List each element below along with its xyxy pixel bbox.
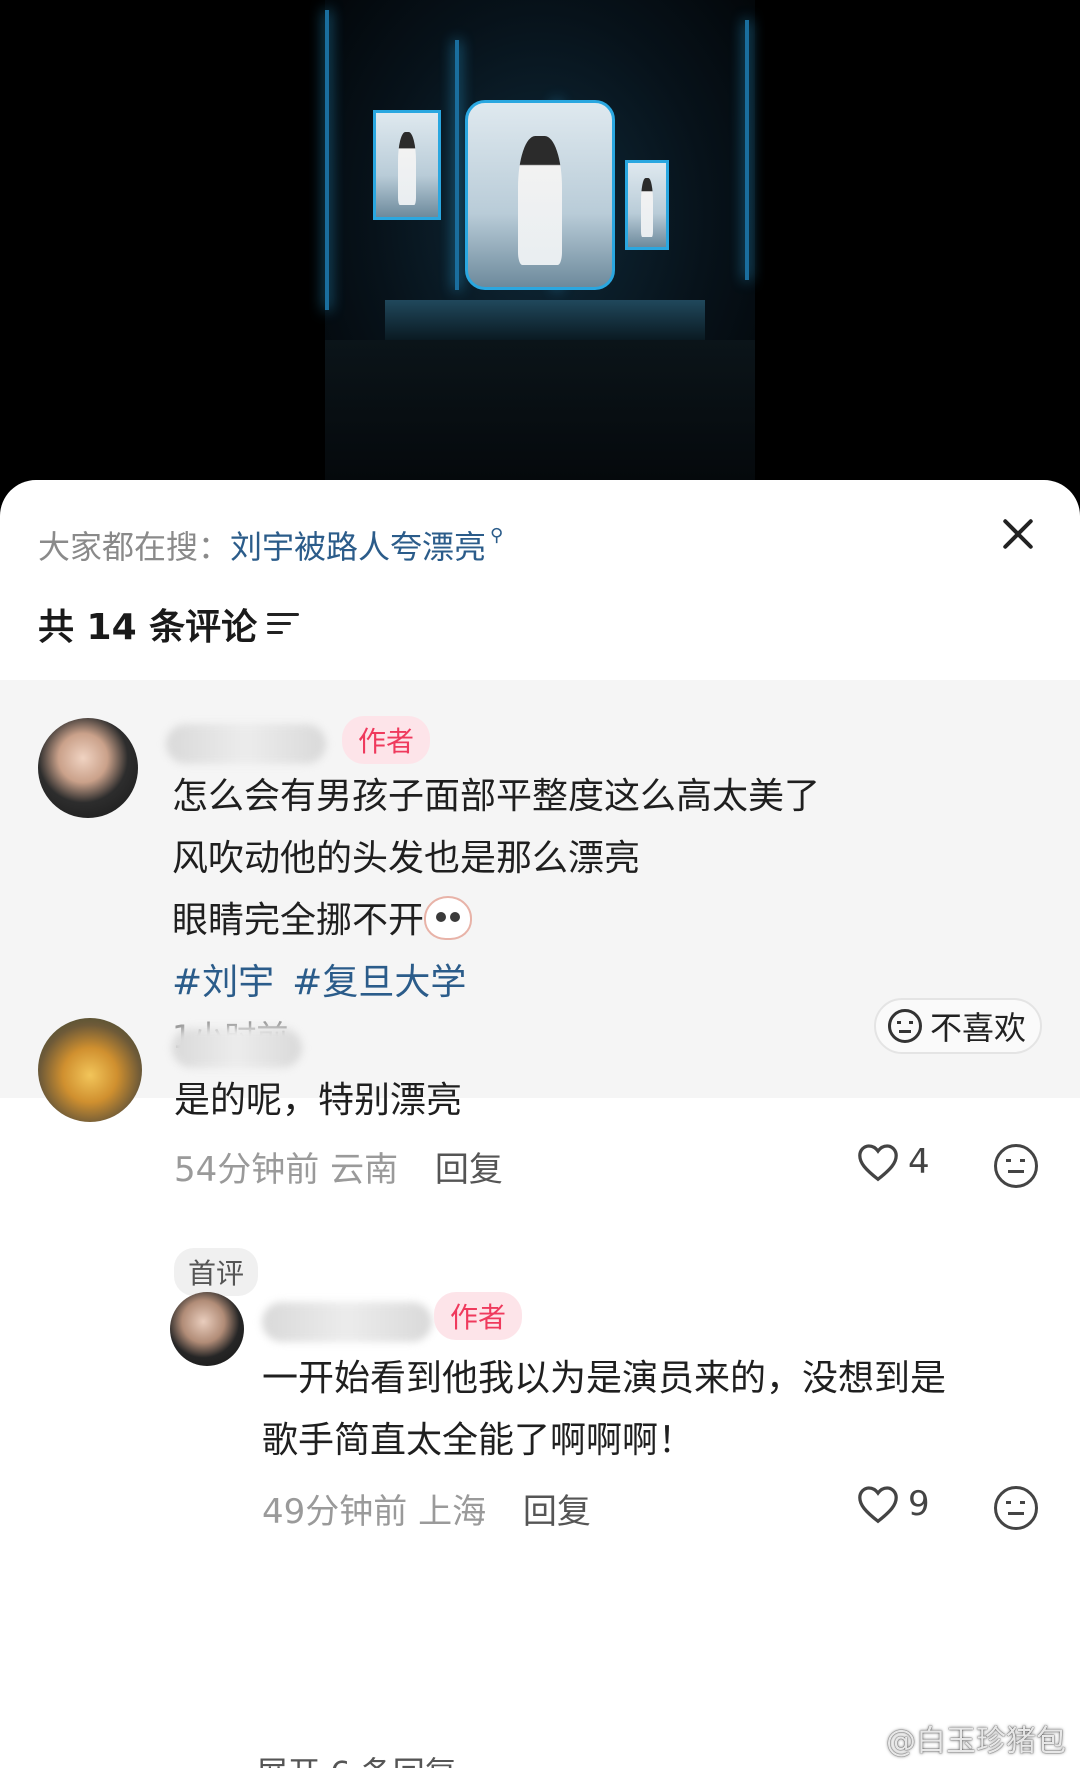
search-icon: ⚲ [490, 524, 504, 546]
first-comment-badge: 首评 [174, 1248, 259, 1296]
crying-cat-emoji-icon [424, 896, 473, 940]
pinned-comment: 作者 怎么会有男孩子面部平整度这么高太美了 风吹动他的头发也是那么漂亮 眼睛完全… [0, 680, 1080, 1098]
trending-search-term[interactable]: 刘宇被路人夸漂亮 [230, 522, 486, 568]
neutral-face-icon[interactable] [994, 1486, 1038, 1530]
author-badge: 作者 [434, 1292, 523, 1340]
comment-time: 54分钟前 [174, 1150, 320, 1190]
comment-text: 是的呢，特别漂亮 [174, 1080, 463, 1121]
avatar[interactable] [38, 1018, 142, 1122]
video-player[interactable] [0, 0, 1080, 500]
comment-location: 云南 [330, 1150, 399, 1190]
hashtag-link[interactable]: #复旦大学 [292, 962, 466, 1003]
expand-replies-link[interactable]: 展开 6 条回复 [256, 1748, 457, 1768]
heart-icon [858, 1486, 898, 1524]
comment-line-with-emoji: 眼睛完全挪不开 [172, 890, 820, 952]
hashtag-link[interactable]: #刘宇 [172, 962, 274, 1003]
comment-count: 共 14 条评论 [38, 607, 258, 648]
comment-line: 怎么会有男孩子面部平整度这么高太美了 [172, 776, 821, 817]
neutral-face-icon[interactable] [994, 1144, 1038, 1188]
comment-sheet: 大家都在搜： 刘宇被路人夸漂亮 ⚲ 共 14 条评论 作者 怎么会有男孩子面部平… [0, 480, 1080, 1768]
like-count: 9 [908, 1484, 930, 1524]
comment-text: 怎么会有男孩子面部平整度这么高太美了 风吹动他的头发也是那么漂亮 眼睛完全挪不开… [172, 766, 820, 1014]
watermark: @白玉珍猪包 [886, 1724, 1066, 1759]
reply-meta: 49分钟前 上海 回复 [262, 1484, 591, 1533]
trending-search[interactable]: 大家都在搜： 刘宇被路人夸漂亮 ⚲ [38, 522, 503, 568]
reply-text: 一开始看到他我以为是演员来的，没想到是 歌手简直太全能了啊啊啊！ [262, 1348, 946, 1472]
comment-meta: 54分钟前 云南 回复 [174, 1142, 503, 1191]
avatar[interactable] [170, 1292, 244, 1366]
comment-count-header: 共 14 条评论 [38, 598, 300, 650]
sort-icon[interactable] [267, 611, 300, 637]
close-button[interactable] [994, 510, 1044, 560]
reply-line: 一开始看到他我以为是演员来的，没想到是 [262, 1358, 947, 1399]
reply-line: 歌手简直太全能了啊啊啊！ [262, 1420, 695, 1461]
neutral-face-icon [887, 1009, 922, 1043]
heart-icon [858, 1144, 898, 1182]
reply-button[interactable]: 回复 [435, 1150, 503, 1190]
trending-search-prefix: 大家都在搜： [38, 528, 231, 566]
comment-line: 风吹动他的头发也是那么漂亮 [172, 838, 641, 879]
reply-time: 49分钟前 [262, 1492, 408, 1532]
dislike-label: 不喜欢 [929, 1009, 1026, 1047]
username-redacted[interactable] [166, 724, 326, 764]
comment-line: 眼睛完全挪不开 [172, 900, 425, 941]
reply-location: 上海 [418, 1492, 487, 1532]
author-badge: 作者 [342, 716, 431, 764]
concert-stage-image [325, 0, 755, 480]
reply-button[interactable]: 回复 [523, 1492, 591, 1532]
avatar[interactable] [38, 718, 138, 818]
like-button[interactable]: 9 [856, 1484, 930, 1524]
like-button[interactable]: 4 [856, 1142, 930, 1182]
dislike-button[interactable]: 不喜欢 [873, 998, 1042, 1054]
username-redacted[interactable] [172, 1028, 302, 1068]
username-redacted[interactable] [262, 1302, 432, 1342]
like-count: 4 [908, 1142, 930, 1182]
